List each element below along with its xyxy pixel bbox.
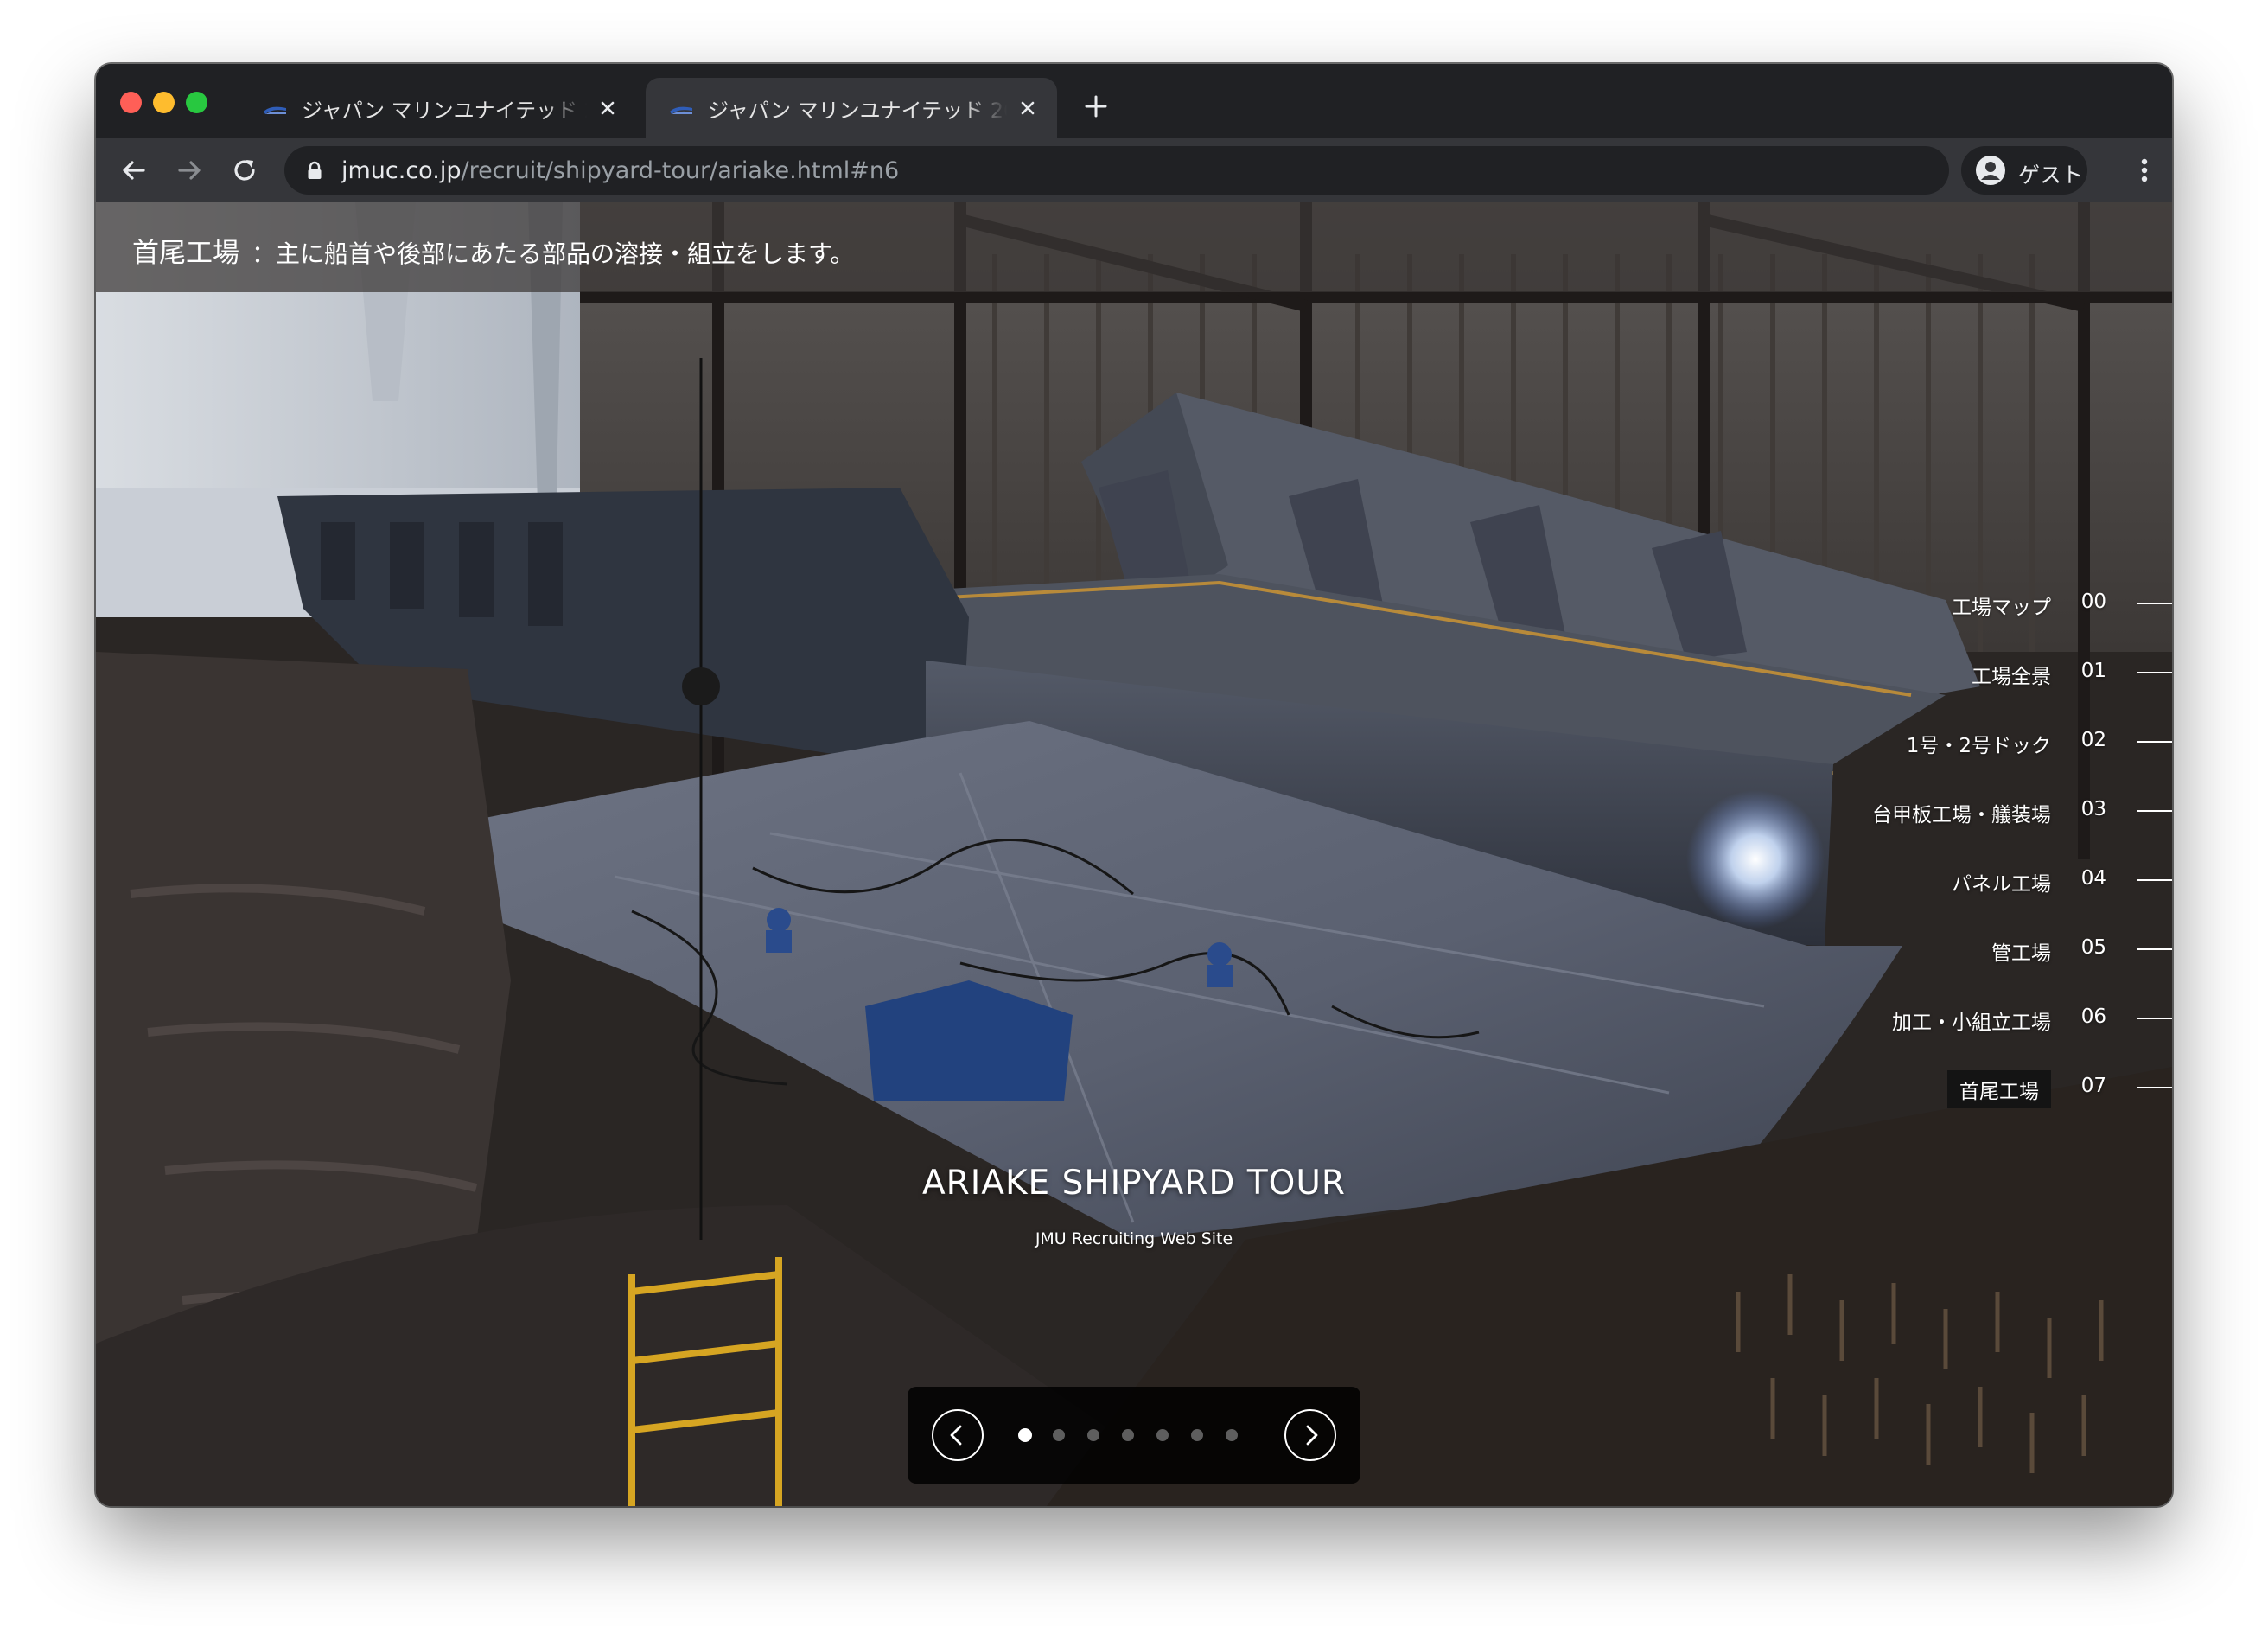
section-nav-line [2137, 1087, 2172, 1088]
section-nav-label: 加工・小組立工場 [1892, 1012, 2051, 1034]
section-nav-line [2137, 672, 2172, 673]
shipyard-photo [96, 202, 2172, 1506]
section-nav-number: 06 [2080, 1005, 2106, 1028]
section-nav-line [2137, 603, 2172, 604]
section-nav-number: 05 [2080, 936, 2106, 959]
section-nav-number: 01 [2080, 660, 2106, 682]
reload-icon[interactable] [227, 153, 262, 188]
section-nav-label: 工場マップ [1952, 597, 2051, 619]
caption-title: 首尾工場 [132, 238, 239, 269]
tab-close-icon[interactable] [596, 96, 620, 120]
section-nav-line [2137, 741, 2172, 743]
section-nav-line [2137, 810, 2172, 812]
section-nav-line [2137, 948, 2172, 950]
caption-description: ：主に船首や後部にあたる部品の溶接・組立をします。 [252, 239, 855, 268]
section-nav-label: 管工場 [1991, 942, 2051, 965]
section-nav-number: 00 [2080, 590, 2106, 613]
chevron-right-icon [1306, 1425, 1318, 1446]
minimize-window-button[interactable] [153, 92, 175, 113]
section-nav-number: 04 [2080, 867, 2106, 890]
profile-avatar-icon [1976, 156, 2005, 185]
profile-button[interactable]: ゲスト [1961, 146, 2087, 195]
close-window-button[interactable] [120, 92, 142, 113]
profile-name: ゲスト [2018, 163, 2084, 188]
section-nav-label: 1号・2号ドック [1906, 735, 2051, 757]
section-nav-label: 工場全景 [1972, 666, 2051, 688]
url-host: jmuc.co.jp [341, 157, 462, 184]
slide-dot[interactable] [1053, 1429, 1065, 1441]
browser-window: ジャパン マリンユナイテッド 2020 ジャパン マリンユナイテッド 2020 [96, 64, 2172, 1506]
url-text[interactable]: jmuc.co.jp/recruit/shipyard-tour/ariake.… [341, 157, 899, 184]
tab-active[interactable]: ジャパン マリンユナイテッド 2020 [646, 78, 1057, 138]
section-nav-label: パネル工場 [1952, 873, 2051, 896]
slide-dot[interactable] [1226, 1429, 1238, 1441]
slide-dot[interactable] [1191, 1429, 1203, 1441]
slide-dot-active[interactable] [1018, 1428, 1032, 1442]
site-title: ARIAKE SHIPYARD TOUR [922, 1164, 1346, 1203]
section-nav-item[interactable]: 工場全景 01 [1653, 650, 2172, 695]
section-nav-item[interactable]: 加工・小組立工場 06 [1653, 996, 2172, 1041]
forward-arrow-icon[interactable] [172, 153, 207, 188]
favicon-jmu-icon [264, 106, 286, 114]
lock-icon [308, 161, 322, 179]
section-nav-item[interactable]: 台甲板工場・艤装場 03 [1653, 788, 2172, 833]
section-nav-item[interactable]: 工場マップ 00 [1653, 581, 2172, 626]
slide-pager [908, 1387, 1360, 1484]
favicon-jmu-icon [670, 106, 692, 114]
chevron-left-icon [950, 1425, 962, 1446]
page-viewport: 首尾工場 ：主に船首や後部にあたる部品の溶接・組立をします。 工場マップ 00 工… [96, 202, 2172, 1506]
section-nav-line [2137, 879, 2172, 881]
tab-title: ジャパン マリンユナイテッド 2020 [708, 98, 1007, 123]
section-nav-number: 02 [2080, 729, 2106, 751]
url-path: /recruit/shipyard-tour/ariake.html#n6 [461, 157, 900, 184]
slide-dot[interactable] [1156, 1429, 1169, 1441]
tab-close-icon[interactable] [1016, 96, 1040, 120]
caption: 首尾工場 ：主に船首や後部にあたる部品の溶接・組立をします。 [132, 231, 854, 270]
tab-title: ジャパン マリンユナイテッド 2020 [302, 98, 587, 123]
section-nav-label: 台甲板工場・艤装場 [1872, 804, 2051, 827]
kebab-menu-icon[interactable] [2127, 153, 2162, 188]
section-nav-item[interactable]: 1号・2号ドック 02 [1653, 719, 2172, 764]
section-nav-item[interactable]: パネル工場 04 [1653, 858, 2172, 903]
section-nav-number: 07 [2080, 1075, 2106, 1097]
tab-strip: ジャパン マリンユナイテッド 2020 ジャパン マリンユナイテッド 2020 [96, 64, 2172, 138]
zoom-window-button[interactable] [186, 92, 207, 113]
slide-dot[interactable] [1087, 1429, 1099, 1441]
section-nav-item[interactable]: 管工場 05 [1653, 927, 2172, 972]
section-nav-line [2137, 1018, 2172, 1019]
browser-toolbar: jmuc.co.jp/recruit/shipyard-tour/ariake.… [96, 138, 2172, 202]
section-nav-number: 03 [2080, 798, 2106, 820]
slide-dot[interactable] [1122, 1429, 1134, 1441]
back-arrow-icon[interactable] [117, 153, 151, 188]
section-nav-item-current[interactable]: 首尾工場 07 [1653, 1065, 2172, 1110]
next-slide-button[interactable] [1284, 1409, 1336, 1461]
site-subtitle: JMU Recruiting Web Site [1035, 1229, 1233, 1248]
tab-inactive[interactable]: ジャパン マリンユナイテッド 2020 [239, 78, 637, 138]
address-bar[interactable]: jmuc.co.jp/recruit/shipyard-tour/ariake.… [284, 146, 1949, 195]
new-tab-icon[interactable] [1081, 92, 1111, 121]
section-nav-label: 首尾工場 [1947, 1070, 2051, 1108]
caption-bar: 首尾工場 ：主に船首や後部にあたる部品の溶接・組立をします。 [96, 202, 2172, 292]
previous-slide-button[interactable] [932, 1409, 984, 1461]
